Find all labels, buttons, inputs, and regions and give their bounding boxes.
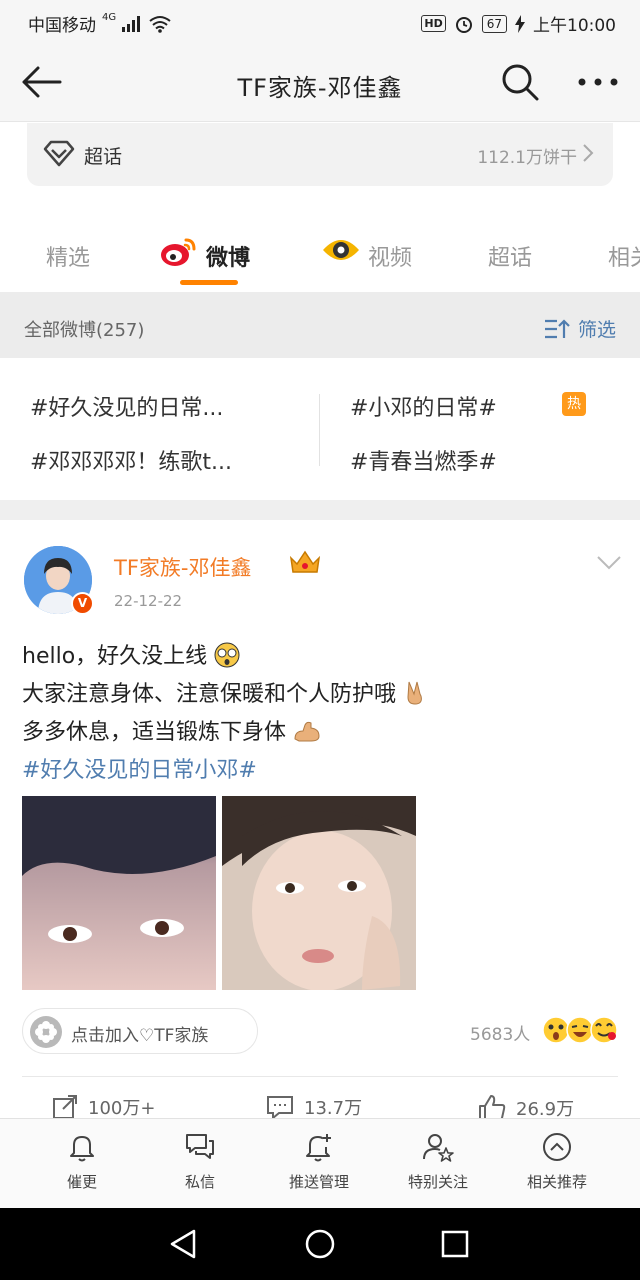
bottom-action-bar: 催更 私信 推送管理 特别关注 相关推荐: [0, 1118, 640, 1208]
topic-item[interactable]: #邓邓邓邓！练歌t...: [30, 444, 232, 476]
victory-hand-icon: [407, 681, 422, 705]
post-author[interactable]: TF家族-邓佳鑫: [114, 552, 251, 582]
tab-weibo[interactable]: 微博: [206, 240, 250, 272]
join-group-button[interactable]: 点击加入♡TF家族: [22, 1008, 258, 1054]
content-tabs: 精选 微博 视频 超话 相关: [0, 222, 640, 292]
diamond-icon: [43, 140, 75, 167]
verified-badge: V: [71, 592, 94, 615]
love-face-icon: [590, 1016, 618, 1044]
comment-count: 13.7万: [304, 1098, 363, 1119]
bottom-tab-label: 特别关注: [407, 1173, 468, 1191]
charging-icon: [515, 14, 525, 33]
bottom-tab-push-settings[interactable]: 推送管理: [269, 1131, 369, 1192]
join-label: 点击加入♡TF家族: [71, 1026, 209, 1046]
flower-icon: [30, 1016, 62, 1048]
video-eye-icon: [323, 240, 359, 260]
top-nav: TF家族-邓佳鑫: [0, 44, 640, 122]
wifi-icon: [149, 15, 171, 33]
flexed-bicep-icon: [294, 721, 320, 742]
photo-closeup-eyes: [22, 796, 216, 990]
recent-apps-icon[interactable]: [440, 1228, 470, 1260]
topic-item[interactable]: #青春当燃季#: [350, 444, 497, 476]
back-triangle-icon[interactable]: [168, 1228, 198, 1260]
bottom-tab-urge[interactable]: 催更: [32, 1131, 132, 1192]
battery-indicator: 67: [481, 14, 507, 33]
post-text-line-3: 多多休息，适当锻炼下身体: [22, 714, 321, 746]
filter-label: 筛选: [577, 319, 616, 341]
network-label: 4G: [102, 12, 117, 23]
all-posts-count: 全部微博(257): [24, 320, 145, 341]
post-text-line-1: hello，好久没上线: [22, 638, 240, 670]
bell-icon: [70, 1136, 94, 1162]
repost-button[interactable]: 100万+: [52, 1094, 155, 1120]
signal-icon: [122, 15, 141, 32]
chevron-right-icon: [583, 144, 594, 162]
tab-supertopic[interactable]: 超话: [488, 240, 532, 272]
comment-icon: [267, 1096, 293, 1120]
bell-plus-icon: [306, 1134, 331, 1162]
bottom-tab-label: 推送管理: [288, 1173, 349, 1191]
bottom-tab-label: 相关推荐: [526, 1173, 587, 1191]
search-icon[interactable]: [500, 62, 540, 102]
repost-icon: [53, 1095, 77, 1119]
circle-chevron-up-icon: [543, 1133, 571, 1161]
divider: [22, 1076, 618, 1077]
section-gap: [0, 500, 640, 520]
bottom-tab-label: 催更: [66, 1173, 97, 1191]
user-star-icon: [423, 1134, 454, 1162]
filter-button[interactable]: 筛选: [544, 315, 616, 342]
tab-featured[interactable]: 精选: [46, 240, 90, 272]
supertopic-bar[interactable]: 超话 112.1万饼干: [27, 123, 613, 186]
system-navigation-bar: [0, 1208, 640, 1280]
post-hashtag[interactable]: #好久没见的日常小邓#: [22, 752, 257, 784]
repost-count: 100万+: [88, 1098, 156, 1119]
carrier-label: 中国移动: [28, 16, 96, 36]
post-photo-1[interactable]: [22, 796, 216, 990]
hot-badge: 热: [562, 392, 586, 416]
section-header: 全部微博(257) 筛选: [0, 292, 640, 358]
reader-count: 5683人: [470, 1025, 531, 1045]
bottom-tab-label: 私信: [184, 1173, 215, 1191]
bottom-tab-recommend[interactable]: 相关推荐: [507, 1131, 607, 1192]
chat-bubbles-icon: [186, 1134, 214, 1159]
home-circle-icon[interactable]: [304, 1228, 336, 1260]
post-text-line-2: 大家注意身体、注意保暖和个人防护哦: [22, 676, 427, 708]
hd-indicator: HD: [421, 15, 446, 32]
status-bar: 中国移动 4G HD 67 上午10:00: [0, 0, 640, 44]
alarm-icon: [455, 16, 472, 33]
crown-icon: [289, 550, 321, 573]
bottom-tab-messages[interactable]: 私信: [150, 1131, 250, 1192]
filter-icon: [544, 318, 570, 338]
photo-selfie: [222, 796, 416, 990]
hot-topics-grid: #好久没见的日常... #小邓的日常# 热 #邓邓邓邓！练歌t... #青春当燃…: [0, 358, 640, 500]
topic-item[interactable]: #小邓的日常#: [350, 390, 497, 422]
divider: [319, 394, 320, 466]
tab-video[interactable]: 视频: [368, 240, 412, 272]
comment-button[interactable]: 13.7万: [266, 1094, 362, 1120]
topic-item[interactable]: #好久没见的日常...: [30, 390, 223, 422]
chevron-down-icon[interactable]: [596, 554, 622, 572]
supertopic-label: 超话: [84, 146, 123, 168]
tab-related[interactable]: 相关: [608, 240, 640, 272]
supertopic-count: 112.1万饼干: [477, 148, 577, 168]
clock-label: 上午10:00: [533, 16, 616, 36]
active-tab-indicator: [180, 280, 238, 285]
bottom-tab-special-follow[interactable]: 特别关注: [388, 1131, 488, 1192]
post-photo-2[interactable]: [222, 796, 416, 990]
more-options-icon[interactable]: [576, 66, 620, 98]
weibo-logo-icon: [161, 238, 196, 266]
page-title: TF家族-邓佳鑫: [237, 74, 403, 102]
post-date: 22-12-22: [114, 592, 183, 610]
surprised-emoji-icon: [214, 642, 240, 668]
